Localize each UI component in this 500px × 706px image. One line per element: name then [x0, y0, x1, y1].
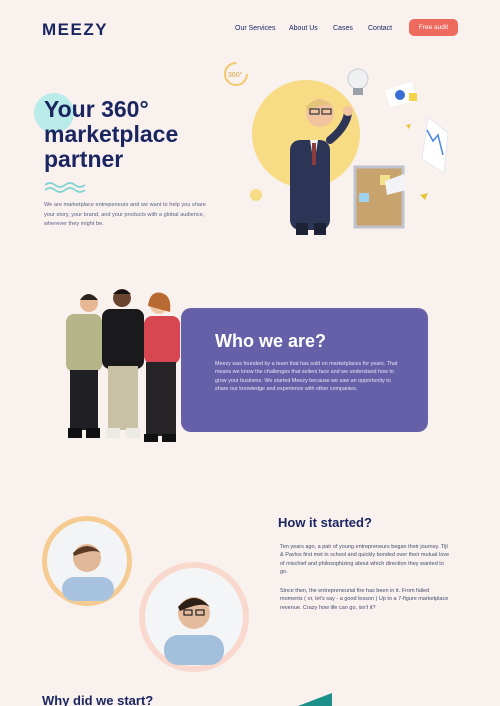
badge-360-text: 360°: [228, 71, 243, 79]
hero-title-line-3: partner: [44, 146, 124, 172]
nav-about-us[interactable]: About Us: [289, 25, 318, 32]
nav-our-services[interactable]: Our Services: [235, 25, 275, 32]
how-paragraph-2: Since then, the entrepreneurial fire has…: [280, 588, 449, 611]
founders-photos: [42, 516, 249, 672]
who-we-are-title: Who we are?: [215, 331, 327, 351]
logo[interactable]: MEEZY: [42, 20, 108, 40]
how-paragraph-1: Ten years ago, a pair of young entrepren…: [280, 544, 450, 576]
squiggle-decoration: [44, 182, 86, 193]
hero-title: Your 360° marketplace partner: [44, 97, 234, 172]
who-we-are-description: Meezy was founded by a team that has sol…: [215, 361, 398, 393]
why-did-we-start-title: Why did we start?: [42, 693, 154, 706]
how-it-started-title: How it started?: [278, 515, 372, 530]
why-decoration: [298, 693, 332, 706]
hero-title-line-2: marketplace: [44, 121, 179, 147]
nav-contact[interactable]: Contact: [368, 25, 392, 32]
nav-cases[interactable]: Cases: [333, 25, 353, 32]
hero-illustration: 360°: [224, 62, 449, 235]
hero-description: We are marketplace entrepeneurs and we w…: [44, 202, 206, 227]
hero-title-line-1: Your 360°: [44, 96, 149, 122]
free-audit-button[interactable]: Free audit: [409, 19, 458, 36]
team-illustration: [66, 289, 180, 442]
